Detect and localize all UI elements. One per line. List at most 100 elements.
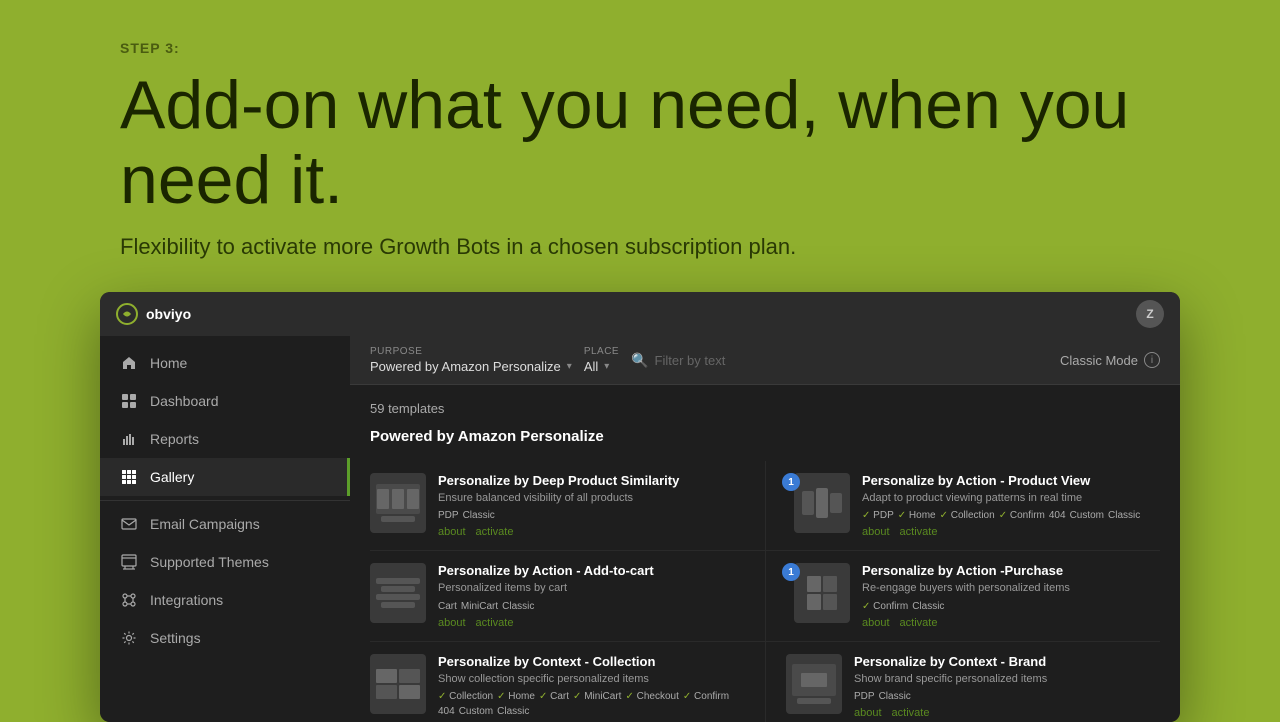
- template-card-5: Personalize by Context - Collection Show…: [370, 642, 765, 722]
- sidebar-label-settings: Settings: [150, 630, 201, 646]
- sidebar-item-home[interactable]: Home: [100, 344, 350, 382]
- template-card-1: Personalize by Deep Product Similarity E…: [370, 461, 765, 551]
- tag: Cart: [539, 691, 569, 702]
- content-area: Purpose Powered by Amazon Personalize ▾ …: [350, 336, 1180, 722]
- template-info-4: Personalize by Action -Purchase Re-engag…: [862, 563, 1144, 628]
- template-card-3: Personalize by Action - Add-to-cart Pers…: [370, 551, 765, 641]
- sidebar-item-supported-themes[interactable]: Supported Themes: [100, 543, 350, 581]
- template-desc-5: Show collection specific personalized it…: [438, 672, 749, 686]
- search-icon: 🔍: [631, 352, 648, 369]
- dashboard-icon: [120, 392, 138, 410]
- purpose-select[interactable]: Powered by Amazon Personalize ▾: [370, 359, 572, 374]
- tag: PDP: [438, 510, 459, 521]
- template-actions-2: about activate: [862, 526, 1144, 538]
- about-link-1[interactable]: about: [438, 526, 466, 538]
- template-thumbnail-1: [370, 473, 426, 533]
- template-card-4: 1 Perso: [765, 551, 1160, 641]
- sidebar-label-email: Email Campaigns: [150, 516, 260, 532]
- place-filter-group: Place All ▾: [584, 346, 619, 374]
- tag: MiniCart: [461, 601, 498, 612]
- sidebar-divider: [100, 500, 350, 501]
- template-tags-4: Confirm Classic: [862, 601, 1144, 612]
- template-desc-4: Re-engage buyers with personalized items: [862, 581, 1144, 595]
- template-name-1: Personalize by Deep Product Similarity: [438, 473, 749, 488]
- tag: Classic: [1108, 510, 1140, 521]
- activate-link-6[interactable]: activate: [892, 707, 930, 719]
- tag: Confirm: [862, 601, 908, 612]
- section-title: Powered by Amazon Personalize: [370, 428, 1160, 445]
- badge-2: 1: [782, 473, 800, 491]
- sidebar-item-email-campaigns[interactable]: Email Campaigns: [100, 505, 350, 543]
- tag: Confirm: [999, 510, 1045, 521]
- template-desc-3: Personalized items by cart: [438, 581, 749, 595]
- tag: Classic: [497, 706, 529, 717]
- activate-link-2[interactable]: activate: [900, 526, 938, 538]
- place-value: All: [584, 359, 598, 374]
- email-icon: [120, 515, 138, 533]
- tag: Classic: [879, 691, 911, 702]
- tag: Confirm: [683, 691, 729, 702]
- logo-area: obviyo: [116, 303, 191, 325]
- tag: Custom: [459, 706, 493, 717]
- classic-mode-label: Classic Mode: [1060, 353, 1138, 368]
- template-thumbnail-4: [794, 563, 850, 623]
- place-chevron-icon: ▾: [604, 361, 609, 372]
- gallery-icon: [120, 468, 138, 486]
- search-placeholder: Filter by text: [655, 353, 726, 368]
- app-body: Home Dashboard: [100, 336, 1180, 722]
- template-info-3: Personalize by Action - Add-to-cart Pers…: [438, 563, 749, 628]
- main-heading: Add-on what you need, when you need it.: [120, 68, 1160, 218]
- place-select[interactable]: All ▾: [584, 359, 619, 374]
- template-tags-5: Collection Home Cart MiniCart Checkout C…: [438, 691, 749, 717]
- template-thumbnail-5: [370, 654, 426, 714]
- template-tags-1: PDP Classic: [438, 510, 749, 521]
- classic-mode-toggle[interactable]: Classic Mode i: [1060, 352, 1160, 368]
- step-label: STEP 3:: [120, 40, 1160, 56]
- purpose-value: Powered by Amazon Personalize: [370, 359, 561, 374]
- window-header: obviyo Z: [100, 292, 1180, 336]
- app-window: obviyo Z Home: [100, 292, 1180, 722]
- sidebar-item-dashboard[interactable]: Dashboard: [100, 382, 350, 420]
- sidebar-label-gallery: Gallery: [150, 469, 194, 485]
- purpose-label: Purpose: [370, 346, 572, 357]
- template-info-1: Personalize by Deep Product Similarity E…: [438, 473, 749, 538]
- templates-count: 59 templates: [370, 401, 1160, 416]
- template-tags-3: Cart MiniCart Classic: [438, 601, 749, 612]
- template-name-3: Personalize by Action - Add-to-cart: [438, 563, 749, 578]
- activate-link-3[interactable]: activate: [476, 617, 514, 629]
- about-link-6[interactable]: about: [854, 707, 882, 719]
- template-actions-6: about activate: [854, 707, 1144, 719]
- about-link-4[interactable]: about: [862, 617, 890, 629]
- template-name-4: Personalize by Action -Purchase: [862, 563, 1144, 578]
- template-desc-1: Ensure balanced visibility of all produc…: [438, 491, 749, 505]
- sidebar-item-integrations[interactable]: Integrations: [100, 581, 350, 619]
- activate-link-1[interactable]: activate: [476, 526, 514, 538]
- template-tags-2: PDP Home Collection Confirm 404 Custom C…: [862, 510, 1144, 521]
- sidebar-item-settings[interactable]: Settings: [100, 619, 350, 657]
- template-info-6: Personalize by Context - Brand Show bran…: [854, 654, 1144, 719]
- tag: 404: [1049, 510, 1066, 521]
- templates-area: 59 templates Powered by Amazon Personali…: [350, 385, 1180, 722]
- template-card-6: Personalize by Context - Brand Show bran…: [765, 642, 1160, 722]
- reports-icon: [120, 430, 138, 448]
- search-box[interactable]: 🔍 Filter by text: [631, 352, 1048, 369]
- sidebar-label-dashboard: Dashboard: [150, 393, 219, 409]
- template-name-2: Personalize by Action - Product View: [862, 473, 1144, 488]
- template-actions-1: about activate: [438, 526, 749, 538]
- sub-heading: Flexibility to activate more Growth Bots…: [120, 234, 1160, 260]
- template-name-5: Personalize by Context - Collection: [438, 654, 749, 669]
- sidebar-item-reports[interactable]: Reports: [100, 420, 350, 458]
- hero-section: STEP 3: Add-on what you need, when you n…: [0, 0, 1280, 308]
- sidebar-item-gallery[interactable]: Gallery: [100, 458, 350, 496]
- template-info-2: Personalize by Action - Product View Ada…: [862, 473, 1144, 538]
- about-link-3[interactable]: about: [438, 617, 466, 629]
- about-link-2[interactable]: about: [862, 526, 890, 538]
- tag: Home: [898, 510, 936, 521]
- template-thumbnail-6: [786, 654, 842, 714]
- user-avatar[interactable]: Z: [1136, 300, 1164, 328]
- tag: Classic: [912, 601, 944, 612]
- tag: Collection: [438, 691, 493, 702]
- tag: 404: [438, 706, 455, 717]
- activate-link-4[interactable]: activate: [900, 617, 938, 629]
- sidebar: Home Dashboard: [100, 336, 350, 722]
